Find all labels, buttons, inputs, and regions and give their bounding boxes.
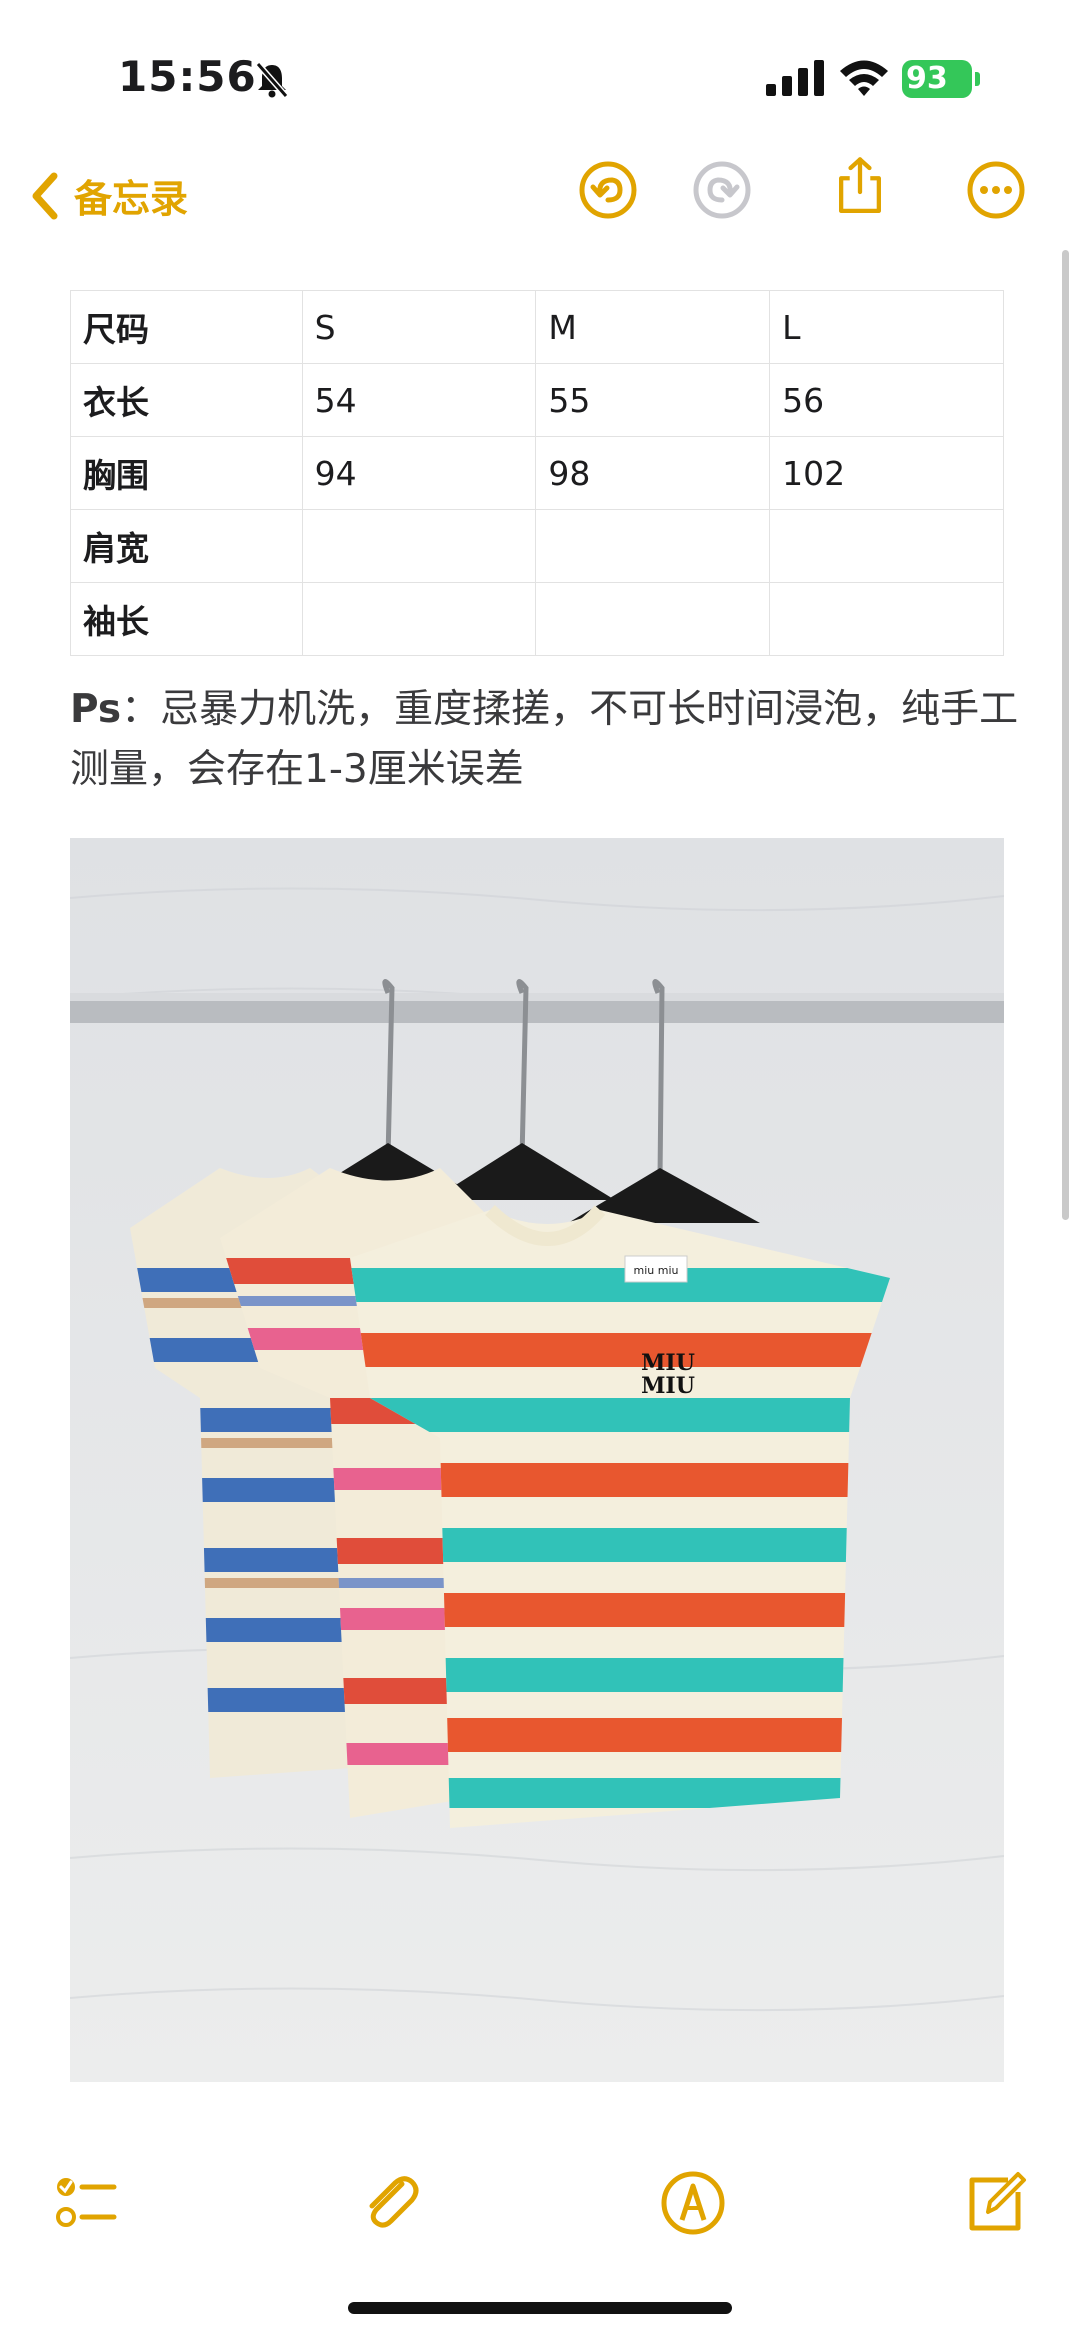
table-row: 袖长 xyxy=(70,582,1004,656)
size-table: 尺码 S M L 衣长 54 55 56 胸围 94 98 102 肩宽 袖长 xyxy=(70,290,1004,656)
table-cell xyxy=(769,582,1004,656)
compose-icon[interactable] xyxy=(962,2170,1028,2236)
home-indicator[interactable] xyxy=(348,2302,732,2314)
share-icon[interactable] xyxy=(830,156,890,216)
back-button[interactable]: 备忘录 xyxy=(30,168,188,223)
more-icon[interactable] xyxy=(966,160,1026,220)
cellular-signal-icon xyxy=(766,60,824,96)
table-cell: L xyxy=(769,290,1004,364)
table-row: 衣长 54 55 56 xyxy=(70,363,1004,437)
striped-tshirts-image: miu miu MIU MIU xyxy=(70,838,1004,2082)
table-cell: 56 xyxy=(769,363,1004,437)
table-cell: 衣长 xyxy=(70,363,303,437)
back-chevron-icon xyxy=(32,172,58,219)
status-time: 15:56 xyxy=(118,52,257,101)
table-row: 肩宽 xyxy=(70,509,1004,583)
table-cell: 胸围 xyxy=(70,436,303,510)
silent-bell-icon xyxy=(255,62,289,98)
table-cell: M xyxy=(535,290,771,364)
table-cell: S xyxy=(301,290,537,364)
table-row: 胸围 94 98 102 xyxy=(70,436,1004,510)
table-cell: 94 xyxy=(301,436,537,510)
markup-pen-icon[interactable] xyxy=(660,2170,726,2236)
care-note: Ps：忌暴力机洗，重度揉搓，不可长时间浸泡，纯手工测量，会存在1-3厘米误差 xyxy=(70,680,1020,800)
wifi-icon xyxy=(840,60,888,96)
table-cell: 98 xyxy=(535,436,771,510)
table-cell: 袖长 xyxy=(70,582,303,656)
svg-text:miu miu: miu miu xyxy=(634,1264,679,1277)
back-label: 备忘录 xyxy=(74,177,189,221)
svg-text:MIU: MIU xyxy=(641,1373,695,1399)
table-cell: 54 xyxy=(301,363,537,437)
paperclip-icon[interactable] xyxy=(358,2170,424,2236)
battery-level: 93 xyxy=(902,60,972,98)
scrollbar[interactable] xyxy=(1062,250,1069,1220)
redo-icon[interactable] xyxy=(692,160,752,220)
product-photo[interactable]: miu miu MIU MIU xyxy=(70,838,1004,2082)
note-prefix: Ps xyxy=(70,687,122,732)
table-cell xyxy=(301,509,537,583)
table-cell: 102 xyxy=(769,436,1004,510)
table-cell xyxy=(769,509,1004,583)
navigation-bar: 备忘录 xyxy=(0,150,1080,250)
table-cell xyxy=(301,582,537,656)
undo-icon[interactable] xyxy=(578,160,638,220)
table-row: 尺码 S M L xyxy=(70,290,1004,364)
battery-tip xyxy=(975,72,980,86)
battery-indicator: 93 xyxy=(902,60,982,98)
table-cell: 55 xyxy=(535,363,771,437)
status-bar: 15:56 93 xyxy=(0,0,1080,150)
table-cell: 肩宽 xyxy=(70,509,303,583)
table-cell: 尺码 xyxy=(70,290,303,364)
note-text: ：忌暴力机洗，重度揉搓，不可长时间浸泡，纯手工测量，会存在1-3厘米误差 xyxy=(70,687,1019,792)
table-cell xyxy=(535,582,771,656)
checklist-icon[interactable] xyxy=(52,2170,118,2236)
table-cell xyxy=(535,509,771,583)
